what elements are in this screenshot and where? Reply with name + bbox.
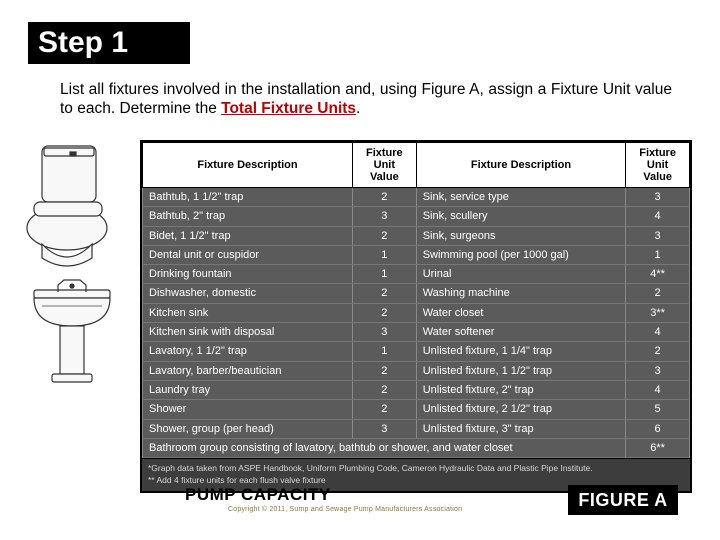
cell-desc: Laundry tray xyxy=(143,380,353,399)
cell-val: 4** xyxy=(626,265,690,284)
cell-desc: Dishwasher, domestic xyxy=(143,284,353,303)
col-header-val-right: Fixture Unit Value xyxy=(626,143,690,188)
cell-desc: Lavatory, 1 1/2" trap xyxy=(143,342,353,361)
cell-val: 4 xyxy=(626,380,690,399)
cell-desc: Swimming pool (per 1000 gal) xyxy=(416,245,626,264)
cell-desc: Drinking fountain xyxy=(143,265,353,284)
cell-val: 3 xyxy=(352,419,416,438)
cell-val: 2 xyxy=(352,380,416,399)
cell-val: 1 xyxy=(626,245,690,264)
cell-val: 2 xyxy=(352,226,416,245)
table-row: Laundry tray2Unlisted fixture, 2" trap4 xyxy=(143,380,690,399)
cell-desc: Sink, service type xyxy=(416,188,626,207)
col-header-desc-left: Fixture Description xyxy=(143,143,353,188)
cell-desc: Unlisted fixture, 3" trap xyxy=(416,419,626,438)
table-row: Dental unit or cuspidor1Swimming pool (p… xyxy=(143,245,690,264)
cell-val: 3** xyxy=(626,303,690,322)
cell-val: 2 xyxy=(352,188,416,207)
cell-desc: Sink, scullery xyxy=(416,207,626,226)
table-row: Lavatory, 1 1/2" trap1Unlisted fixture, … xyxy=(143,342,690,361)
col-header-val-left: Fixture Unit Value xyxy=(352,143,416,188)
fixture-illustrations xyxy=(12,140,134,395)
table-row: Bathtub, 1 1/2" trap2Sink, service type3 xyxy=(143,188,690,207)
table-row: Drinking fountain1Urinal4** xyxy=(143,265,690,284)
cell-desc: Bathtub, 2" trap xyxy=(143,207,353,226)
cell-desc: Unlisted fixture, 2" trap xyxy=(416,380,626,399)
cell-val: 3 xyxy=(352,207,416,226)
table-row: Kitchen sink2Water closet3** xyxy=(143,303,690,322)
table-row: Bidet, 1 1/2" trap2Sink, surgeons3 xyxy=(143,226,690,245)
cell-desc: Water closet xyxy=(416,303,626,322)
cell-val: 5 xyxy=(626,400,690,419)
page-section-title: PUMP CAPACITY xyxy=(185,485,331,505)
table-row: Lavatory, barber/beautician2Unlisted fix… xyxy=(143,361,690,380)
table-row: Shower2Unlisted fixture, 2 1/2" trap5 xyxy=(143,400,690,419)
cell-desc: Dental unit or cuspidor xyxy=(143,245,353,264)
cell-desc: Urinal xyxy=(416,265,626,284)
intro-post: . xyxy=(356,100,360,117)
footnote-1: *Graph data taken from ASPE Handbook, Un… xyxy=(148,463,684,475)
cell-desc: Kitchen sink with disposal xyxy=(143,323,353,342)
cell-desc: Bathtub, 1 1/2" trap xyxy=(143,188,353,207)
cell-desc: Shower, group (per head) xyxy=(143,419,353,438)
cell-val: 2 xyxy=(352,284,416,303)
cell-desc-span: Bathroom group consisting of lavatory, b… xyxy=(143,438,626,457)
cell-val: 1 xyxy=(352,245,416,264)
cell-val: 2 xyxy=(352,303,416,322)
cell-desc: Washing machine xyxy=(416,284,626,303)
cell-val: 6 xyxy=(626,419,690,438)
cell-val: 6** xyxy=(626,438,690,457)
table-row: Kitchen sink with disposal3Water softene… xyxy=(143,323,690,342)
cell-val: 3 xyxy=(352,323,416,342)
table-row: Dishwasher, domestic2Washing machine2 xyxy=(143,284,690,303)
table-row: Shower, group (per head)3Unlisted fixtur… xyxy=(143,419,690,438)
intro-text: List all fixtures involved in the instal… xyxy=(60,80,672,119)
table-row-span: Bathroom group consisting of lavatory, b… xyxy=(143,438,690,457)
cell-val: 1 xyxy=(352,265,416,284)
table-row: Bathtub, 2" trap3Sink, scullery4 xyxy=(143,207,690,226)
cell-val: 3 xyxy=(626,361,690,380)
cell-desc: Lavatory, barber/beautician xyxy=(143,361,353,380)
cell-desc: Kitchen sink xyxy=(143,303,353,322)
cell-val: 4 xyxy=(626,323,690,342)
step-banner: Step 1 xyxy=(28,22,190,64)
cell-val: 1 xyxy=(352,342,416,361)
cell-desc: Unlisted fixture, 1 1/2" trap xyxy=(416,361,626,380)
col-header-desc-right: Fixture Description xyxy=(416,143,626,188)
figure-label: FIGURE A xyxy=(568,485,678,515)
intro-highlight: Total Fixture Units xyxy=(221,100,356,117)
cell-desc: Bidet, 1 1/2" trap xyxy=(143,226,353,245)
cell-val: 3 xyxy=(626,188,690,207)
cell-desc: Sink, surgeons xyxy=(416,226,626,245)
copyright-text: Copyright © 2011, Sump and Sewage Pump M… xyxy=(228,506,462,513)
cell-val: 2 xyxy=(352,361,416,380)
cell-desc: Shower xyxy=(143,400,353,419)
intro-pre: List all fixtures involved in the instal… xyxy=(60,81,672,117)
cell-val: 2 xyxy=(352,400,416,419)
cell-val: 4 xyxy=(626,207,690,226)
cell-val: 2 xyxy=(626,342,690,361)
fixture-unit-table: Fixture Description Fixture Unit Value F… xyxy=(140,140,692,493)
cell-desc: Unlisted fixture, 1 1/4" trap xyxy=(416,342,626,361)
cell-desc: Unlisted fixture, 2 1/2" trap xyxy=(416,400,626,419)
cell-desc: Water softener xyxy=(416,323,626,342)
cell-val: 3 xyxy=(626,226,690,245)
cell-val: 2 xyxy=(626,284,690,303)
